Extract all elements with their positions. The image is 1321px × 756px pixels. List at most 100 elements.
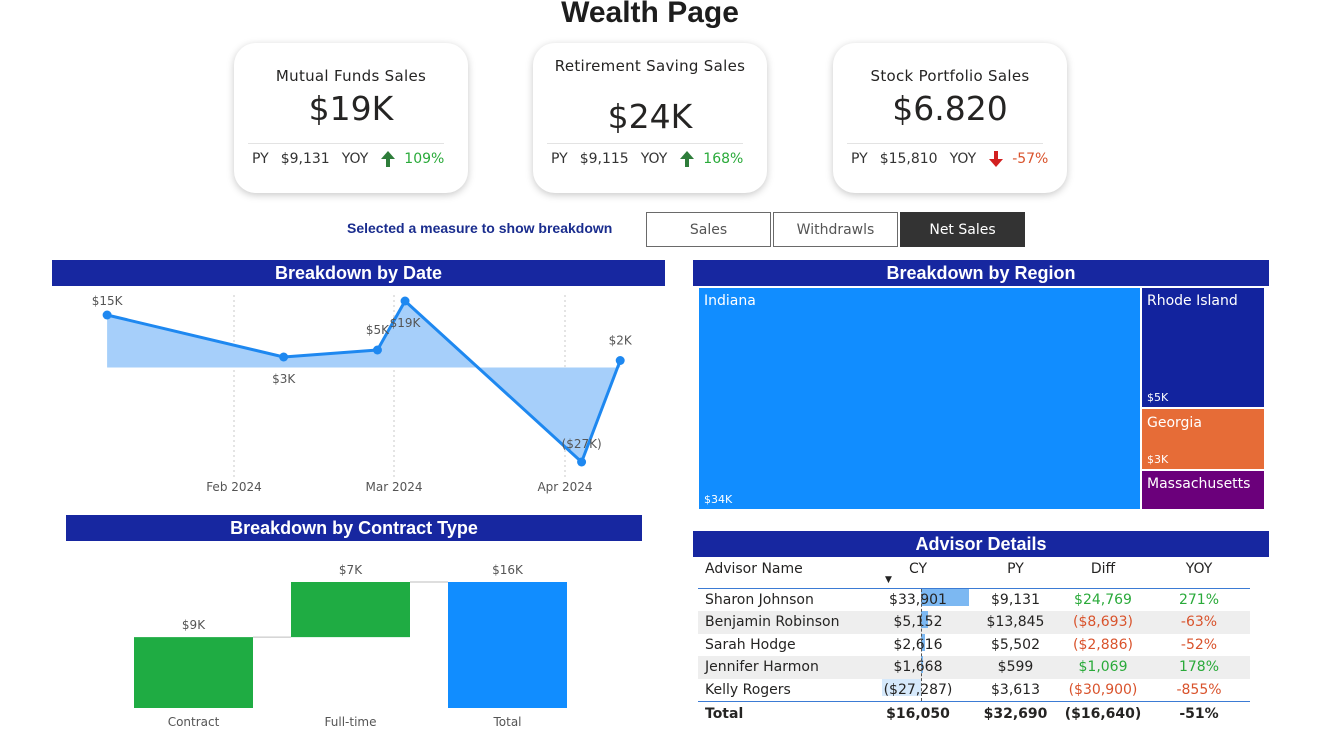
data-point[interactable]	[577, 457, 587, 467]
cy-cell: $5,152	[893, 614, 943, 631]
measure-option-sales[interactable]: Sales	[646, 212, 771, 247]
diff-cell: ($8,693)	[1073, 614, 1133, 631]
treemap-tile-massachusetts[interactable]: Massachusetts	[1142, 471, 1264, 509]
data-label: $5K	[366, 323, 390, 337]
waterfall-bar[interactable]	[448, 582, 567, 708]
measure-option-withdrawls[interactable]: Withdrawls	[773, 212, 898, 247]
cy-cell: $2,616	[893, 636, 943, 653]
cy-databar-axis	[921, 589, 922, 701]
kpi-card-retirement-saving[interactable]: Retirement Saving Sales $24K PY $9,115 Y…	[533, 43, 767, 193]
waterfall-bar[interactable]	[134, 637, 253, 708]
yoy-cell: -52%	[1180, 636, 1218, 653]
arrow-down-icon	[988, 150, 1004, 168]
yoy-cell: -63%	[1180, 614, 1218, 631]
tile-value: $3K	[1147, 453, 1169, 466]
yoy-label: YOY	[949, 151, 977, 167]
diff-cell: ($2,886)	[1073, 636, 1133, 653]
tile-label: Rhode Island	[1147, 293, 1238, 309]
column-header-advisor-name[interactable]: Advisor Name	[705, 561, 803, 577]
py-cell: $5,502	[991, 636, 1040, 653]
page-title: Wealth Page	[561, 0, 739, 29]
treemap-tile-indiana[interactable]: Indiana $34K	[699, 288, 1140, 509]
tile-value: $34K	[704, 493, 733, 506]
total-cy: $16,050	[886, 705, 950, 722]
kpi-comparison-row: PY $9,131 YOY 109%	[252, 147, 460, 171]
table-row[interactable]: Kelly Rogers ($27,287) $3,613 ($30,900) -855…	[698, 678, 1250, 701]
py-value: $15,810	[879, 151, 938, 167]
category-label: Contract	[168, 715, 220, 729]
diff-cell: ($30,900)	[1068, 681, 1138, 698]
data-point[interactable]	[279, 352, 289, 362]
kpi-value: $6.820	[892, 89, 1008, 128]
treemap-tile-georgia[interactable]: Georgia $3K	[1142, 409, 1264, 469]
kpi-title: Mutual Funds Sales	[275, 67, 427, 85]
waterfall-bar[interactable]	[291, 582, 410, 638]
kpi-card-mutual-funds[interactable]: Mutual Funds Sales $19K PY $9,131 YOY 10…	[234, 43, 468, 193]
tile-label: Massachusetts	[1147, 476, 1251, 492]
yoy-cell: 178%	[1178, 659, 1220, 676]
measure-selector-label: Selected a measure to show breakdown	[347, 220, 613, 236]
data-label: $16K	[492, 563, 524, 577]
kpi-comparison-row: PY $15,810 YOY -57%	[851, 147, 1059, 171]
advisor-name-cell: Sarah Hodge	[705, 636, 796, 653]
yoy-label: YOY	[640, 151, 668, 167]
tile-value: $5K	[1147, 391, 1169, 404]
x-tick-label: Apr 2024	[537, 480, 592, 494]
table-row[interactable]: Sharon Johnson $33,901 $9,131 $24,769 271%	[698, 589, 1250, 611]
cy-cell: ($27,287)	[883, 681, 953, 698]
advisor-details-table: Advisor Name CY ▼ PY Diff YOY Sharon Joh…	[698, 557, 1250, 725]
column-header-yoy[interactable]: YOY	[1153, 561, 1245, 577]
py-label: PY	[551, 151, 568, 167]
kpi-title: Stock Portfolio Sales	[870, 67, 1030, 85]
py-cell: $3,613	[991, 681, 1040, 698]
category-label: Full-time	[325, 715, 377, 729]
kpi-card-stock-portfolio[interactable]: Stock Portfolio Sales $6.820 PY $15,810 …	[833, 43, 1067, 193]
data-point[interactable]	[102, 310, 112, 320]
table-row[interactable]: Sarah Hodge $2,616 $5,502 ($2,886) -52%	[698, 633, 1250, 656]
kpi-title: Retirement Saving Sales	[554, 57, 746, 75]
kpi-divider	[847, 143, 1043, 144]
data-point[interactable]	[372, 345, 382, 355]
yoy-value: 168%	[703, 151, 744, 167]
advisor-name-cell: Benjamin Robinson	[705, 614, 840, 631]
advisor-table-header: Advisor Details	[693, 531, 1269, 557]
arrow-up-icon	[679, 150, 695, 168]
table-total-row: Total $16,050 $32,690 ($16,640) -51%	[698, 700, 1250, 725]
treemap-tile-rhode-island[interactable]: Rhode Island $5K	[1142, 288, 1264, 407]
total-diff: ($16,640)	[1064, 705, 1142, 722]
py-cell: $13,845	[986, 614, 1045, 631]
kpi-value: $19K	[308, 89, 394, 128]
measure-option-net-sales[interactable]: Net Sales	[900, 212, 1025, 247]
total-yoy: -51%	[1179, 705, 1219, 722]
cy-cell: $1,668	[893, 659, 943, 676]
table-row[interactable]: Benjamin Robinson $5,152 $13,845 ($8,693) -6…	[698, 611, 1250, 634]
contract-waterfall-chart[interactable]: $9K Contract $7K Full-time $16K Total	[66, 541, 642, 736]
cy-cell: $33,901	[889, 592, 947, 608]
py-cell: $9,131	[991, 592, 1040, 608]
tile-label: Indiana	[704, 293, 756, 309]
data-label: $19K	[390, 316, 422, 330]
tile-label: Georgia	[1147, 415, 1202, 431]
data-label: $2K	[609, 334, 633, 348]
yoy-value: 109%	[404, 151, 445, 167]
x-tick-label: Mar 2024	[366, 480, 423, 494]
diff-cell: $24,769	[1074, 592, 1132, 608]
x-tick-label: Feb 2024	[206, 480, 262, 494]
column-header-diff[interactable]: Diff	[1058, 561, 1148, 577]
column-header-py[interactable]: PY	[973, 561, 1058, 577]
column-header-cy[interactable]: CY	[868, 561, 968, 577]
data-point[interactable]	[400, 296, 410, 306]
data-point[interactable]	[615, 356, 625, 365]
sort-descending-icon[interactable]: ▼	[885, 575, 892, 585]
yoy-cell: -855%	[1176, 681, 1222, 698]
data-label: $15K	[92, 294, 124, 308]
arrow-up-icon	[380, 150, 396, 168]
yoy-cell: 271%	[1178, 592, 1220, 608]
table-row[interactable]: Jennifer Harmon $1,668 $599 $1,069 178%	[698, 656, 1250, 679]
data-label: $7K	[339, 563, 363, 577]
date-area-chart[interactable]: $15K $3K $5K $19K ($27K) $2K Feb 2024 Mar 202…	[52, 287, 665, 502]
data-label: ($27K)	[562, 437, 602, 451]
total-label: Total	[705, 705, 744, 722]
py-label: PY	[851, 151, 868, 167]
kpi-divider	[248, 143, 444, 144]
